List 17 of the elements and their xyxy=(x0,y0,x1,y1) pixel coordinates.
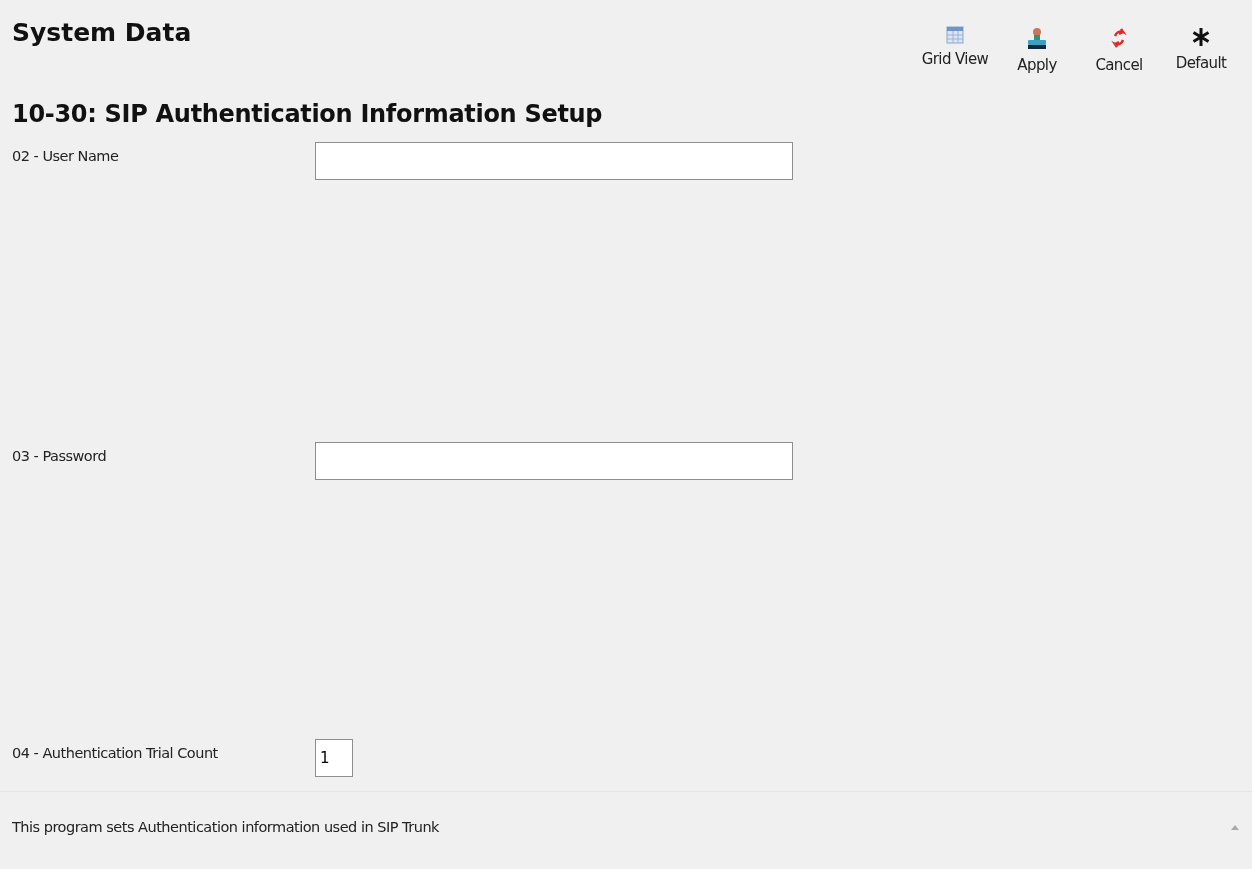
toolbar-button[interactable]: Cancel xyxy=(1082,26,1156,74)
toolbar-button[interactable]: Grid View xyxy=(918,26,992,74)
toolbar-button[interactable]: Apply xyxy=(1000,26,1074,74)
stamp-icon xyxy=(1026,26,1048,50)
refresh-icon xyxy=(1111,26,1127,50)
grid-icon xyxy=(946,26,964,44)
description-text: This program sets Authentication information used in SIP Trunk xyxy=(12,818,440,835)
field-label: 03 - Password xyxy=(12,447,108,464)
asterisk-icon xyxy=(1191,26,1211,48)
page-title: System Data xyxy=(12,18,192,47)
field-label: 04 - Authentication Trial Count xyxy=(12,744,219,761)
toolbar-button[interactable]: Default xyxy=(1164,26,1238,74)
field-label: 02 - User Name xyxy=(12,147,120,164)
input-field[interactable]: 1 xyxy=(315,739,353,777)
input-field[interactable] xyxy=(315,442,793,480)
input-field[interactable] xyxy=(315,142,793,180)
section-title: 10-30: SIP Authentication Information Setup xyxy=(12,100,604,128)
